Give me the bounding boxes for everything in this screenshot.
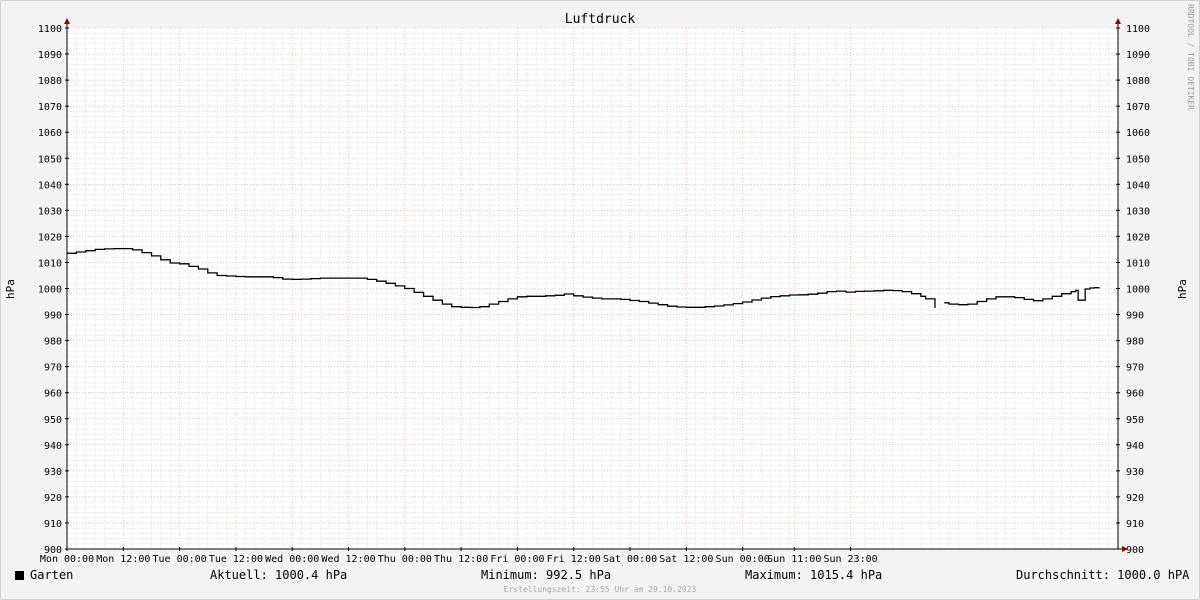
x-tick-labels: Mon 00:00 Mon 12:00 Tue 00:00 Tue 12:00 Wed … (40, 547, 878, 565)
y-tick-label-left: 1040 (38, 180, 62, 191)
y-tick-label-left: 1060 (38, 128, 62, 139)
legend-row: Garten Aktuell: 1000.4 hPa Minimum: 992.… (0, 566, 1200, 584)
chart-title: Luftdruck (565, 12, 636, 27)
x-tick-label: Sat 12:00 (659, 554, 713, 565)
y-tick-label-right: 940 (1126, 441, 1144, 452)
y-tick-label-right: 910 (1126, 519, 1144, 530)
x-tick-label: Thu 00:00 (378, 554, 432, 565)
y-tick-label-left: 990 (44, 311, 62, 322)
y-tick-label-left: 1030 (38, 206, 62, 217)
y-tick-label-left: 1050 (38, 154, 62, 165)
y-tick-label-right: 1090 (1126, 50, 1150, 61)
y-tick-label-left: 1000 (38, 285, 62, 296)
y-tick-label-right: 950 (1126, 415, 1144, 426)
y-tick-label-left: 1100 (38, 24, 62, 35)
y-tick-label-left: 1090 (38, 50, 62, 61)
y-tick-label-right: 1020 (1126, 232, 1150, 243)
y-tick-label-right: 960 (1126, 389, 1144, 400)
y-axis-arrow-left (64, 18, 70, 24)
y-tick-label-right: 980 (1126, 337, 1144, 348)
x-tick-label: Mon 00:00 (40, 554, 94, 565)
pressure-chart: Luftdruck hPa hPa RRDTOOL / TOBI OETIKER… (4, 4, 1195, 565)
grid (67, 27, 1118, 549)
x-tick-label: Wed 12:00 (321, 554, 375, 565)
legend-swatch (15, 571, 24, 580)
x-tick-label: Sat 00:00 (603, 554, 657, 565)
x-tick-label: Fri 12:00 (547, 554, 601, 565)
legend-current: Aktuell: 1000.4 hPa (210, 568, 348, 582)
x-tick-label: Wed 00:00 (265, 554, 319, 565)
legend-average: Durchschnitt: 1000.0 hPA (1016, 568, 1190, 582)
x-tick-label: Sun 11:00 (767, 554, 821, 565)
y-tick-label-right: 900 (1126, 545, 1144, 556)
legend-minimum: Minimum: 992.5 hPa (481, 568, 612, 582)
y-tick-label-left: 1080 (38, 76, 62, 87)
y-tick-label-right: 1050 (1126, 154, 1150, 165)
y-axis-label-left: hPa (4, 279, 17, 299)
x-tick-label: Fri 00:00 (490, 554, 544, 565)
y-tick-label-right: 1010 (1126, 258, 1150, 269)
y-tick-label-right: 970 (1126, 363, 1144, 374)
y-tick-label-right: 920 (1126, 493, 1144, 504)
y-axis-arrow-right (1115, 18, 1121, 24)
x-tick-label: Tue 12:00 (209, 554, 263, 565)
y-tick-label-left: 940 (44, 441, 62, 452)
y-tick-label-right: 1080 (1126, 76, 1150, 87)
y-tick-label-left: 950 (44, 415, 62, 426)
x-tick-label: Sun 23:00 (823, 554, 877, 565)
y-tick-label-left: 920 (44, 493, 62, 504)
y-tick-label-left: 930 (44, 467, 62, 478)
y-tick-label-left: 1070 (38, 102, 62, 113)
y-tick-label-right: 1000 (1126, 285, 1150, 296)
footer-timestamp: Erstellungszeit: 23:55 Uhr am 29.10.2023 (503, 585, 697, 594)
rrdtool-watermark: RRDTOOL / TOBI OETIKER (1186, 4, 1195, 110)
x-tick-label: Tue 00:00 (153, 554, 207, 565)
x-tick-label: Thu 12:00 (434, 554, 488, 565)
y-axis-label-right: hPa (1176, 279, 1189, 299)
y-tick-label-right: 990 (1126, 311, 1144, 322)
y-tick-label-right: 1040 (1126, 180, 1150, 191)
y-tick-label-left: 960 (44, 389, 62, 400)
y-tick-label-left: 1010 (38, 258, 62, 269)
legend-maximum: Maximum: 1015.4 hPa (745, 568, 883, 582)
y-tick-label-right: 1100 (1126, 24, 1150, 35)
y-tick-label-right: 930 (1126, 467, 1144, 478)
y-tick-label-right: 1070 (1126, 102, 1150, 113)
y-tick-label-right: 1030 (1126, 206, 1150, 217)
x-tick-label: Sun 00:00 (716, 554, 770, 565)
y-tick-label-left: 970 (44, 363, 62, 374)
x-tick-label: Mon 12:00 (96, 554, 150, 565)
y-tick-label-right: 1060 (1126, 128, 1150, 139)
y-tick-label-left: 1020 (38, 232, 62, 243)
legend-series-name: Garten (30, 568, 74, 582)
y-tick-label-left: 980 (44, 337, 62, 348)
y-tick-label-left: 910 (44, 519, 62, 530)
